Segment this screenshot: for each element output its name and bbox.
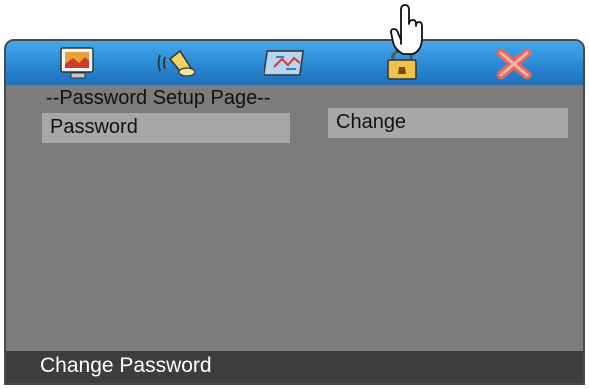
page-title: --Password Setup Page--: [46, 87, 271, 109]
status-text: Change Password: [40, 354, 212, 377]
password-option[interactable]: Password: [42, 113, 290, 143]
video-setup-icon[interactable]: [262, 45, 308, 81]
pointer-hand-icon: [385, 2, 427, 58]
audio-setup-icon[interactable]: [156, 45, 200, 81]
status-bar: Change Password: [6, 351, 583, 383]
exit-icon[interactable]: [492, 45, 536, 81]
change-option[interactable]: Change: [328, 108, 568, 138]
icon-bar: [6, 41, 583, 85]
setup-menu-screen: --Password Setup Page-- Password Change …: [4, 39, 585, 385]
general-setup-icon[interactable]: [57, 45, 101, 81]
